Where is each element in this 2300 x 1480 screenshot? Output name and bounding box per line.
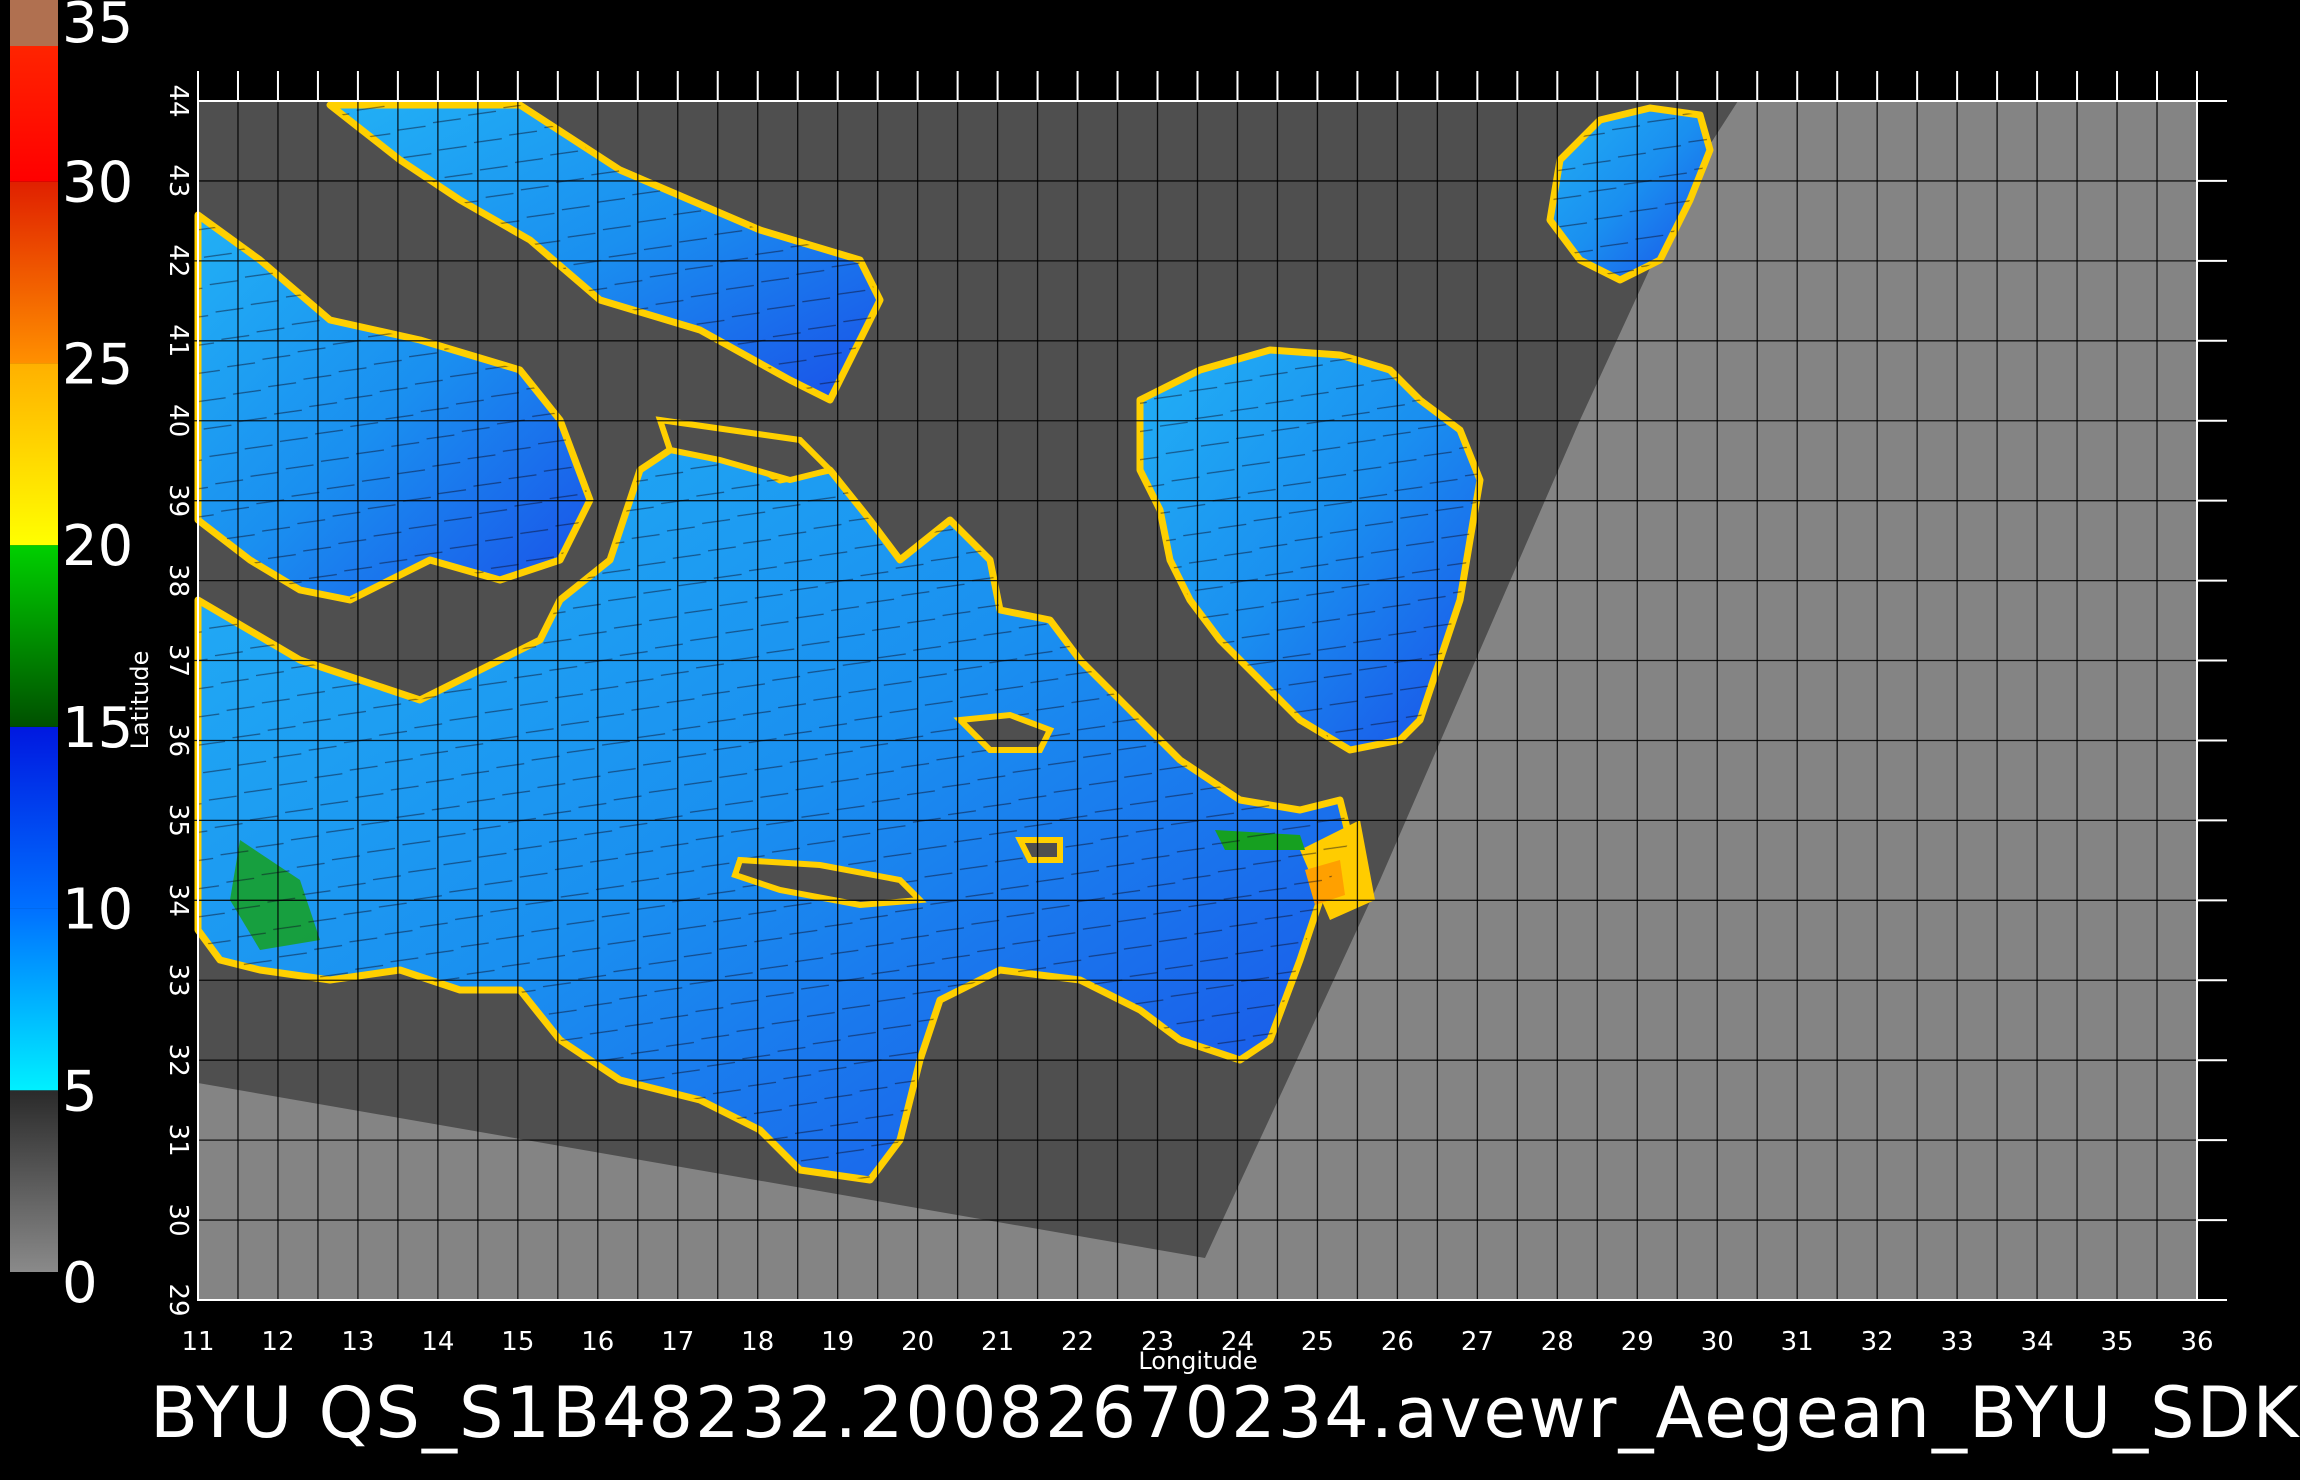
colorbar-segment [10,1090,58,1272]
map-canvas: 11 12 13 14 15 16 17 18 19 20 21 22 23 24 25 26 27 28 29 30… [10,0,2227,1375]
latitude-tick-label: 30 [163,1204,193,1237]
colorbar-segment [10,363,58,546]
longitude-tick-label: 28 [1541,1327,1574,1357]
latitude-tick-label: 32 [163,1044,193,1077]
longitude-tick-label: 16 [581,1327,614,1357]
latitude-tick-label: 29 [163,1283,193,1316]
latitude-tick-label: 40 [163,404,193,437]
longitude-tick-label: 27 [1461,1327,1494,1357]
latitude-tick-label: 39 [163,484,193,517]
longitude-tick-label: 12 [261,1327,294,1357]
longitude-tick-label: 33 [1941,1327,1974,1357]
colorbar-label: 30 [62,151,133,216]
colorbar-label: 35 [62,0,133,56]
latitude-tick-label: 43 [163,164,193,197]
x-axis-label: Longitude [1138,1347,1257,1375]
longitude-tick-label: 26 [1381,1327,1414,1357]
colorbar-segment [10,181,58,364]
longitude-tick-label: 21 [981,1327,1014,1357]
longitude-tick-label: 36 [2180,1327,2213,1357]
colorbar-label: 15 [62,696,133,761]
longitude-tick-label: 29 [1621,1327,1654,1357]
latitude-tick-label: 41 [163,324,193,357]
longitude-tick-label: 34 [2021,1327,2054,1357]
longitude-tick-label: 30 [1701,1327,1734,1357]
colorbar-segment [10,908,58,1091]
longitude-tick-label: 11 [181,1327,214,1357]
longitude-tick-label: 15 [501,1327,534,1357]
latitude-tick-label: 37 [163,644,193,677]
longitude-tick-label: 32 [1861,1327,1894,1357]
colorbar-label: 25 [62,332,133,397]
longitude-tick-label: 22 [1061,1327,1094,1357]
colorbar [10,0,58,1272]
longitude-tick-label: 19 [821,1327,854,1357]
latitude-tick-labels: 29 30 31 32 33 34 35 36 37 38 39 40 41 42 43 44 [163,84,193,1316]
colorbar-label: 20 [62,514,133,579]
colorbar-label: 5 [62,1059,98,1124]
colorbar-segment [10,726,58,909]
longitude-tick-label: 20 [901,1327,934,1357]
latitude-tick-label: 38 [163,564,193,597]
latitude-tick-label: 34 [163,884,193,917]
longitude-tick-label: 25 [1301,1327,1334,1357]
latitude-tick-label: 35 [163,804,193,837]
latitude-tick-label: 31 [163,1124,193,1157]
latitude-tick-label: 42 [163,244,193,277]
longitude-tick-label: 13 [341,1327,374,1357]
colorbar-top-segment [10,0,58,46]
longitude-tick-label: 18 [741,1327,774,1357]
colorbar-segment [10,545,58,727]
longitude-tick-label: 31 [1781,1327,1814,1357]
latitude-tick-label: 44 [163,84,193,117]
longitude-tick-label: 17 [661,1327,694,1357]
longitude-tick-label: 14 [421,1327,454,1357]
colorbar-label: 0 [62,1251,98,1316]
colorbar-label: 10 [62,878,133,943]
latitude-tick-label: 33 [163,964,193,997]
latitude-tick-label: 36 [163,724,193,757]
scatterometer-wind-map: 11 12 13 14 15 16 17 18 19 20 21 22 23 24 25 26 27 28 29 30… [0,0,2300,1480]
colorbar-labels: 0 5 10 15 20 25 30 35 [62,0,133,1316]
longitude-tick-label: 35 [2100,1327,2133,1357]
map-title: BYU QS_S1B48232.20082670234.avewr_Aegean… [150,1372,2300,1454]
